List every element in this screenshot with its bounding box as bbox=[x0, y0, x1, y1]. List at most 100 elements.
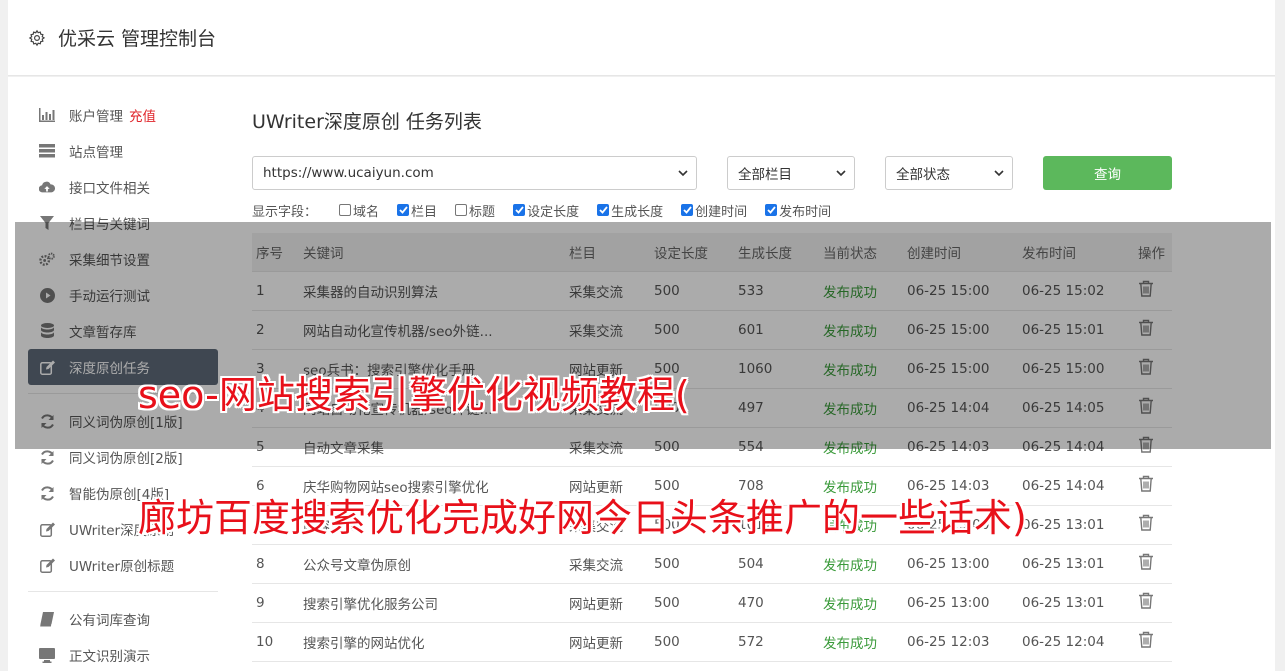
cell-actions bbox=[1134, 583, 1172, 623]
refresh-icon bbox=[39, 413, 55, 429]
sidebar-item-label: UWriter原创标题 bbox=[69, 559, 175, 575]
sidebar-item-manual-run[interactable]: 手动运行测试 bbox=[28, 277, 218, 313]
cell-actions bbox=[1134, 310, 1172, 350]
status-select[interactable]: 全部状态 bbox=[885, 156, 1013, 190]
cell-index: 9 bbox=[252, 583, 299, 623]
sidebar-divider bbox=[28, 591, 218, 592]
column-header: 创建时间 bbox=[903, 233, 1018, 272]
recharge-link[interactable]: 充值 bbox=[129, 105, 156, 125]
checkbox-checked[interactable] bbox=[681, 204, 694, 216]
sidebar-item-uwriter-deep[interactable]: UWriter深度原创 bbox=[28, 511, 218, 547]
cell-actions bbox=[1134, 271, 1172, 311]
sidebar-item-uwriter-title[interactable]: UWriter原创标题 bbox=[28, 547, 218, 583]
cell-keyword[interactable]: seo兵书：搜索引擎优化手册 bbox=[299, 349, 565, 389]
chevron-down-icon bbox=[836, 170, 846, 177]
checkbox[interactable] bbox=[339, 204, 352, 216]
trash-icon[interactable] bbox=[1138, 319, 1154, 336]
sidebar-item-label: 栏目与关键词 bbox=[69, 217, 150, 233]
field-checkbox-created[interactable]: 创建时间 bbox=[681, 201, 747, 220]
cell-published: 06-25 15:01 bbox=[1018, 310, 1134, 350]
sidebar-item-columns-keywords[interactable]: 栏目与关键词 bbox=[28, 205, 218, 241]
table-row: 4 网站自动化宣传机器/seo外链... 采集交流 500 497 发布成功 06-25 1… bbox=[252, 388, 1172, 428]
server-icon bbox=[39, 143, 55, 159]
trash-icon[interactable] bbox=[1138, 436, 1154, 453]
trash-icon[interactable] bbox=[1138, 475, 1154, 492]
sidebar-item-text-recognition[interactable]: 正文识别演示 bbox=[28, 637, 218, 671]
checkbox[interactable] bbox=[455, 204, 468, 216]
sidebar-item-api-files[interactable]: 接口文件相关 bbox=[28, 169, 218, 205]
sidebar-item-public-dictionary[interactable]: 公有词库查询 bbox=[28, 601, 218, 637]
table-row: 10 搜索引擎的网站优化 网站更新 500 572 发布成功 06-25 12:03 06-2… bbox=[252, 622, 1172, 662]
cell-created: 06-25 15:00 bbox=[903, 310, 1018, 350]
query-button[interactable]: 查询 bbox=[1043, 156, 1172, 190]
cell-keyword[interactable]: 内容采集 bbox=[299, 505, 565, 545]
cell-set-length: 500 bbox=[650, 310, 734, 350]
cell-keyword[interactable]: 搜索引擎优化服务公司 bbox=[299, 583, 565, 623]
sidebar-item-label: 同义词伪原创[1版] bbox=[69, 415, 183, 431]
trash-icon[interactable] bbox=[1138, 553, 1154, 570]
field-checkbox-domain[interactable]: 域名 bbox=[339, 201, 379, 220]
field-checkbox-set-length[interactable]: 设定长度 bbox=[513, 201, 579, 220]
checkbox-label: 标题 bbox=[469, 204, 496, 220]
field-checkbox-gen-length[interactable]: 生成长度 bbox=[597, 201, 663, 220]
checkbox-checked[interactable] bbox=[765, 204, 778, 216]
trash-icon[interactable] bbox=[1138, 280, 1154, 297]
trash-icon[interactable] bbox=[1138, 397, 1154, 414]
column-header: 设定长度 bbox=[650, 233, 734, 272]
sidebar-item-deep-original[interactable]: 深度原创任务 bbox=[28, 349, 218, 385]
cell-set-length: 500 bbox=[650, 583, 734, 623]
cell-gen-length: 708 bbox=[734, 466, 819, 506]
table-row: 6 庆华购物网站seo搜索引擎优化 网站更新 500 708 发布成功 06-25 14:0… bbox=[252, 466, 1172, 506]
cell-column: 网站更新 bbox=[565, 349, 650, 389]
cell-column: 采集交流 bbox=[565, 427, 650, 467]
field-checkbox-published[interactable]: 发布时间 bbox=[765, 201, 831, 220]
site-select[interactable]: https://www.ucaiyun.com bbox=[252, 156, 697, 190]
cell-gen-length: 497 bbox=[734, 388, 819, 428]
cell-actions bbox=[1134, 466, 1172, 506]
cell-set-length: 500 bbox=[650, 271, 734, 311]
cell-keyword[interactable]: 采集器的自动识别算法 bbox=[299, 271, 565, 311]
cell-column: 网站更新 bbox=[565, 622, 650, 662]
cell-actions bbox=[1134, 427, 1172, 467]
cell-set-length: 500 bbox=[650, 388, 734, 428]
field-checkbox-column[interactable]: 栏目 bbox=[397, 201, 437, 220]
trash-icon[interactable] bbox=[1138, 358, 1154, 375]
cell-gen-length: 1060 bbox=[734, 349, 819, 389]
cell-published: 06-25 13:01 bbox=[1018, 544, 1134, 584]
checkbox-checked[interactable] bbox=[397, 204, 410, 216]
cell-column: 采集交流 bbox=[565, 505, 650, 545]
sidebar-item-sites[interactable]: 站点管理 bbox=[28, 133, 218, 169]
sidebar-item-synonym-v2[interactable]: 同义词伪原创[2版] bbox=[28, 439, 218, 475]
sidebar-item-collect-settings[interactable]: 采集细节设置 bbox=[28, 241, 218, 277]
checkbox-checked[interactable] bbox=[513, 204, 526, 216]
cell-gen-length: 470 bbox=[734, 583, 819, 623]
trash-icon[interactable] bbox=[1138, 631, 1154, 648]
task-table: 序号 关键词 栏目 设定长度 生成长度 当前状态 创建时间 发布时间 操作 1 采集器的自动识别算… bbox=[252, 233, 1172, 662]
cell-keyword[interactable]: 搜索引擎的网站优化 bbox=[299, 622, 565, 662]
cloud-upload-icon bbox=[39, 179, 55, 195]
cell-gen-length: 1017 bbox=[734, 505, 819, 545]
cell-keyword[interactable]: 庆华购物网站seo搜索引擎优化 bbox=[299, 466, 565, 506]
sidebar-item-article-store[interactable]: 文章暂存库 bbox=[28, 313, 218, 349]
cell-gen-length: 533 bbox=[734, 271, 819, 311]
sidebar-item-smart-rewrite[interactable]: 智能伪原创[4版] bbox=[28, 475, 218, 511]
table-row: 7 内容采集 采集交流 500 1017 发布成功 06-25 13:00 06-25 13:… bbox=[252, 505, 1172, 545]
field-checkbox-title[interactable]: 标题 bbox=[455, 201, 495, 220]
sidebar-item-synonym-v1[interactable]: 同义词伪原创[1版] bbox=[28, 403, 218, 439]
cell-keyword[interactable]: 公众号文章伪原创 bbox=[299, 544, 565, 584]
column-header: 当前状态 bbox=[819, 233, 903, 272]
trash-icon[interactable] bbox=[1138, 592, 1154, 609]
cell-set-length: 500 bbox=[650, 544, 734, 584]
trash-icon[interactable] bbox=[1138, 514, 1154, 531]
checkbox-checked[interactable] bbox=[597, 204, 610, 216]
sidebar-item-account[interactable]: 账户管理 充值 bbox=[28, 97, 218, 133]
cell-status: 发布成功 bbox=[819, 349, 903, 389]
column-select[interactable]: 全部栏目 bbox=[727, 156, 855, 190]
play-circle-icon bbox=[39, 287, 55, 303]
cell-keyword[interactable]: 网站自动化宣传机器/seo外链... bbox=[299, 310, 565, 350]
cell-keyword[interactable]: 自动文章采集 bbox=[299, 427, 565, 467]
cell-index: 5 bbox=[252, 427, 299, 467]
cell-keyword[interactable]: 网站自动化宣传机器/seo外链... bbox=[299, 388, 565, 428]
database-icon bbox=[39, 323, 55, 339]
cell-actions bbox=[1134, 349, 1172, 389]
